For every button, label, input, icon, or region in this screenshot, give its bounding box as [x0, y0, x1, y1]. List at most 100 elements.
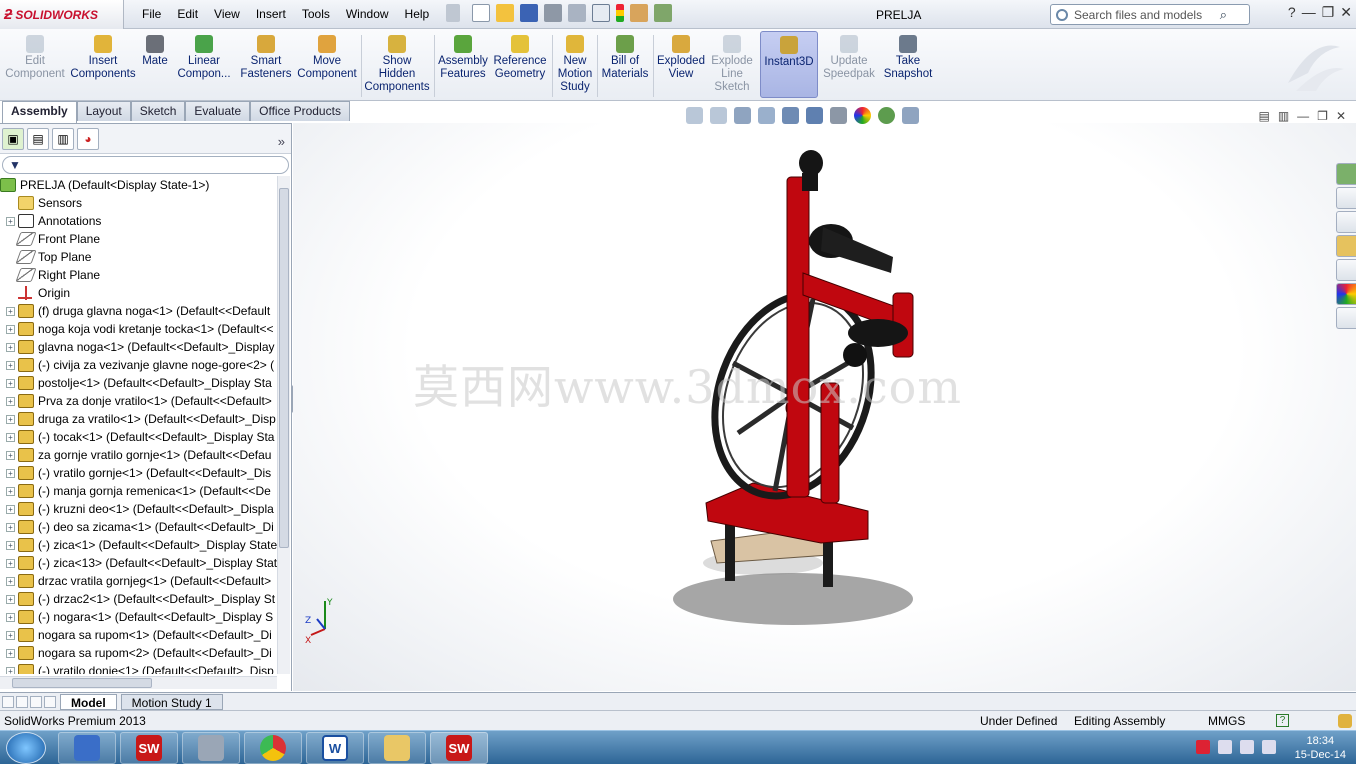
menu-view[interactable]: View [206, 7, 248, 21]
tree-item[interactable]: + nogara sa rupom<1> (Default<<Default>_D… [0, 626, 277, 644]
expand-toggle-icon[interactable]: + [6, 306, 15, 316]
tab-office-products[interactable]: Office Products [250, 101, 350, 121]
tree-item[interactable]: + (-) civija za vezivanje glavne noge-gor… [0, 356, 277, 374]
mate-button[interactable]: Mate [138, 31, 172, 68]
tree-item[interactable]: + Annotations [0, 212, 277, 230]
taskbar-calculator[interactable] [182, 732, 240, 764]
tab-layout[interactable]: Layout [76, 101, 131, 121]
expand-toggle-icon[interactable]: + [6, 378, 15, 388]
reference-geometry-button[interactable]: Reference Geometry [492, 31, 548, 81]
taskbar-chrome[interactable] [244, 732, 302, 764]
exploded-view-button[interactable]: Exploded View [656, 31, 706, 81]
instant3d-button[interactable]: Instant3D [760, 31, 818, 98]
print-icon[interactable] [544, 4, 562, 22]
scroll-thumb[interactable] [12, 678, 152, 688]
undo-icon[interactable] [568, 4, 586, 22]
last-tab-icon[interactable] [44, 695, 56, 708]
insert-components-button[interactable]: Insert Components [70, 31, 136, 81]
tab-assembly[interactable]: Assembly [2, 101, 77, 123]
notification-icon[interactable] [1338, 714, 1352, 728]
tree-item[interactable]: + (-) manja gornja remenica<1> (Default<<… [0, 482, 277, 500]
new-motion-study-button[interactable]: New Motion Study [555, 31, 595, 94]
expand-toggle-icon[interactable]: + [6, 216, 15, 226]
expand-toggle-icon[interactable]: + [6, 522, 15, 532]
bill-of-materials-button[interactable]: Bill of Materials [600, 31, 650, 81]
expand-toggle-icon[interactable]: + [6, 486, 15, 496]
tree-item[interactable]: + drzac vratila gornjeg<1> (Default<<Defa… [0, 572, 277, 590]
taskbar-word[interactable]: W [306, 732, 364, 764]
custom-properties-tab-icon[interactable] [1336, 307, 1356, 329]
system-clock[interactable]: 18:34 15-Dec-14 [1295, 734, 1346, 762]
linear-component-pattern-button[interactable]: Linear Compon... [174, 31, 234, 81]
scroll-thumb[interactable] [279, 188, 289, 548]
tree-item[interactable]: + nogara sa rupom<2> (Default<<Default>_D… [0, 644, 277, 662]
doc-minimize-icon[interactable]: — [1297, 109, 1309, 123]
tab-evaluate[interactable]: Evaluate [185, 101, 251, 121]
menu-tools[interactable]: Tools [294, 7, 338, 21]
split-view-icon[interactable]: ▤ [1258, 109, 1269, 123]
tree-item[interactable]: Top Plane [0, 248, 277, 266]
tree-item[interactable]: + (-) kruzni deo<1> (Default<<Default>_Di… [0, 500, 277, 518]
appearances-tab-icon[interactable] [1336, 283, 1356, 305]
taskbar-solidworks-1[interactable]: SW [120, 732, 178, 764]
zoom-to-area-icon[interactable] [710, 107, 727, 124]
edit-component-button[interactable]: Edit Component [4, 31, 66, 81]
start-button[interactable] [6, 732, 46, 764]
pin-icon[interactable] [446, 4, 460, 22]
graphics-area[interactable]: 莫西网www.3dmox.com Y X Z [293, 123, 1356, 691]
tree-item[interactable]: + (-) zica<13> (Default<<Default>_Display… [0, 554, 277, 572]
display-style-icon[interactable] [806, 107, 823, 124]
expand-toggle-icon[interactable]: + [6, 594, 15, 604]
menu-edit[interactable]: Edit [169, 7, 206, 21]
expand-toggle-icon[interactable]: + [6, 612, 15, 622]
tab-model[interactable]: Model [60, 693, 117, 710]
tree-item[interactable]: + za gornje vratilo gornje<1> (Default<<D… [0, 446, 277, 464]
close-icon[interactable]: ✕ [1340, 4, 1352, 21]
expand-toggle-icon[interactable]: + [6, 504, 15, 514]
edit-appearance-icon[interactable] [854, 107, 871, 124]
move-component-button[interactable]: Move Component [296, 31, 358, 81]
hide-show-items-icon[interactable] [830, 107, 847, 124]
new-document-icon[interactable] [472, 4, 490, 22]
configuration-manager-tab-icon[interactable]: ▥ [52, 128, 74, 150]
taskbar-explorer[interactable] [368, 732, 426, 764]
design-library-tab-icon[interactable] [1336, 211, 1356, 233]
rebuild-icon[interactable] [616, 4, 624, 22]
tray-app-icon[interactable] [1196, 740, 1210, 754]
units-selector[interactable]: MMGS [1208, 714, 1245, 728]
tree-item[interactable]: Sensors [0, 194, 277, 212]
next-tab-icon[interactable] [30, 695, 42, 708]
tree-item[interactable]: + (-) tocak<1> (Default<<Default>_Display… [0, 428, 277, 446]
tab-motion-study-1[interactable]: Motion Study 1 [120, 693, 223, 710]
help-status-icon[interactable]: ? [1276, 714, 1289, 727]
taskbar-app-1[interactable] [58, 732, 116, 764]
collapse-panel-icon[interactable]: » [278, 134, 285, 149]
menu-insert[interactable]: Insert [248, 7, 294, 21]
tree-horizontal-scrollbar[interactable] [0, 676, 277, 689]
save-icon[interactable] [520, 4, 538, 22]
expand-toggle-icon[interactable]: + [6, 450, 15, 460]
tree-item[interactable]: + (-) vratilo donje<1> (Default<<Default>… [0, 662, 277, 674]
expand-toggle-icon[interactable]: + [6, 342, 15, 352]
expand-toggle-icon[interactable]: + [6, 648, 15, 658]
assembly-features-button[interactable]: Assembly Features [437, 31, 489, 81]
take-snapshot-button[interactable]: Take Snapshot [880, 31, 936, 81]
expand-toggle-icon[interactable]: + [6, 396, 15, 406]
section-view-icon[interactable] [758, 107, 775, 124]
smart-fasteners-button[interactable]: Smart Fasteners [238, 31, 294, 81]
view-palette-tab-icon[interactable] [1336, 259, 1356, 281]
previous-view-icon[interactable] [734, 107, 751, 124]
expand-toggle-icon[interactable]: + [6, 630, 15, 640]
tree-item[interactable]: + glavna noga<1> (Default<<Default>_Displ… [0, 338, 277, 356]
file-explorer-tab-icon[interactable] [1336, 235, 1356, 257]
tree-item[interactable]: + Prva za donje vratilo<1> (Default<<Defa… [0, 392, 277, 410]
options-icon[interactable] [654, 4, 672, 22]
volume-icon[interactable] [1218, 740, 1232, 754]
doc-close-icon[interactable]: ✕ [1336, 109, 1346, 123]
select-pointer-icon[interactable] [592, 4, 610, 22]
property-manager-tab-icon[interactable]: ▤ [27, 128, 49, 150]
tree-item[interactable]: + (-) vratilo gornje<1> (Default<<Default… [0, 464, 277, 482]
minimize-icon[interactable]: — [1302, 4, 1316, 21]
show-hidden-components-button[interactable]: Show Hidden Components [364, 31, 430, 94]
expand-toggle-icon[interactable]: + [6, 540, 15, 550]
